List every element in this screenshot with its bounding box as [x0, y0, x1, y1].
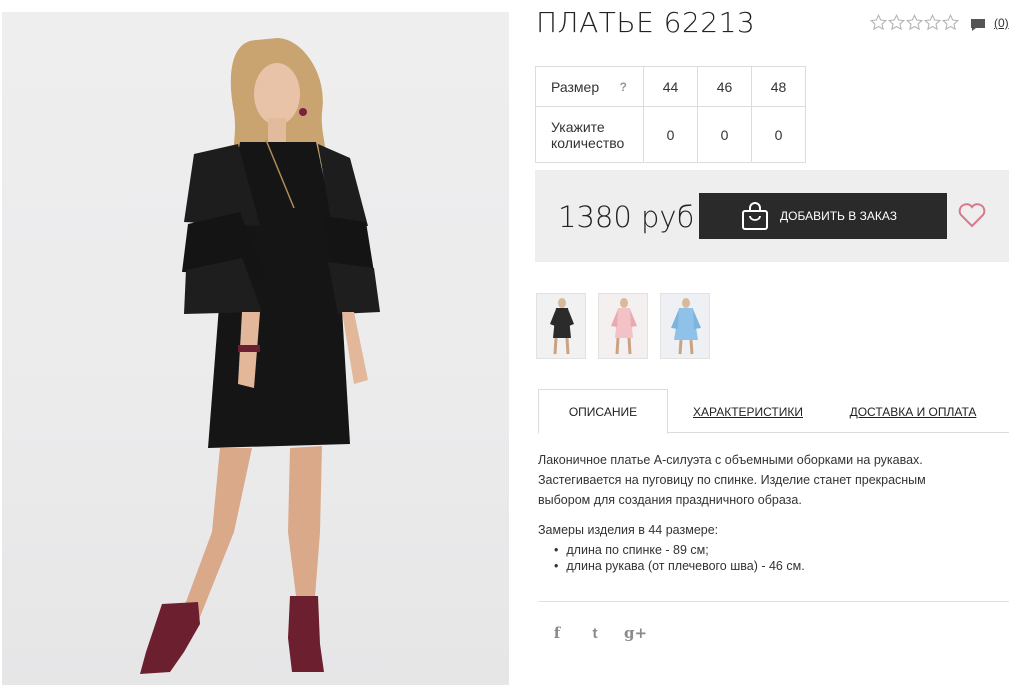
list-item: длина по спинке - 89 см;: [554, 542, 978, 558]
add-to-order-button[interactable]: ДОБАВИТЬ В ЗАКАЗ: [699, 193, 947, 239]
quantity-input[interactable]: 0: [751, 106, 806, 163]
rating-stars[interactable]: [870, 14, 959, 31]
comment-icon[interactable]: [970, 17, 986, 33]
description-panel: Лаконичное платье А-силуэта с объемными …: [538, 450, 978, 574]
size-row: Размер ? 44 46 48: [535, 66, 806, 107]
divider: [538, 601, 1009, 602]
tab-specs[interactable]: ХАРАКТЕРИСТИКИ: [688, 389, 808, 434]
facebook-icon[interactable]: f: [548, 624, 566, 642]
star-icon[interactable]: [870, 14, 887, 31]
size-quantity-table: Размер ? 44 46 48 Укажите количество 0 0…: [535, 66, 806, 163]
heart-icon[interactable]: [957, 200, 987, 230]
size-label-cell: Размер ?: [535, 66, 644, 107]
star-icon[interactable]: [888, 14, 905, 31]
quantity-label-line1: Укажите: [551, 118, 605, 135]
product-price: 1380 руб: [558, 200, 695, 234]
tab-delivery[interactable]: ДОСТАВКА И ОПЛАТА: [848, 389, 978, 434]
quantity-input[interactable]: 0: [697, 106, 752, 163]
google-plus-icon[interactable]: g+: [624, 624, 647, 642]
tab-description[interactable]: ОПИСАНИЕ: [538, 389, 668, 434]
quantity-input[interactable]: 0: [643, 106, 698, 163]
purchase-panel: 1380 руб ДОБАВИТЬ В ЗАКАЗ: [535, 170, 1009, 262]
review-count-link[interactable]: (0): [994, 16, 1009, 30]
product-main-image[interactable]: [2, 12, 509, 685]
product-title: ПЛАТЬЕ 62213: [536, 6, 756, 39]
description-text: Лаконичное платье А-силуэта с объемными …: [538, 453, 926, 507]
quantity-label-line2: количество: [551, 134, 625, 151]
thumbnail-strip: [536, 293, 710, 359]
thumbnail-blue[interactable]: [660, 293, 710, 359]
size-help-icon[interactable]: ?: [620, 79, 627, 95]
size-option: 44: [643, 66, 698, 107]
size-label: Размер: [551, 78, 600, 95]
shopping-bag-icon: [742, 202, 768, 230]
star-icon[interactable]: [906, 14, 923, 31]
measurements-title: Замеры изделия в 44 размере:: [538, 523, 719, 537]
quantity-row: Укажите количество 0 0 0: [535, 106, 806, 163]
star-icon[interactable]: [924, 14, 941, 31]
star-icon[interactable]: [942, 14, 959, 31]
add-to-order-label: ДОБАВИТЬ В ЗАКАЗ: [780, 209, 897, 223]
quantity-label: Укажите количество: [535, 106, 644, 163]
product-tabs: ОПИСАНИЕ ХАРАКТЕРИСТИКИ ДОСТАВКА И ОПЛАТ…: [538, 389, 1009, 434]
size-option: 48: [751, 66, 806, 107]
thumbnail-pink[interactable]: [598, 293, 648, 359]
measurements-list: длина по спинке - 89 см; длина рукава (о…: [554, 542, 978, 574]
size-option: 46: [697, 66, 752, 107]
thumbnail-black[interactable]: [536, 293, 586, 359]
list-item: длина рукава (от плечевого шва) - 46 см.: [554, 558, 978, 574]
social-share: f t g+: [548, 624, 647, 642]
twitter-icon[interactable]: t: [586, 625, 604, 642]
